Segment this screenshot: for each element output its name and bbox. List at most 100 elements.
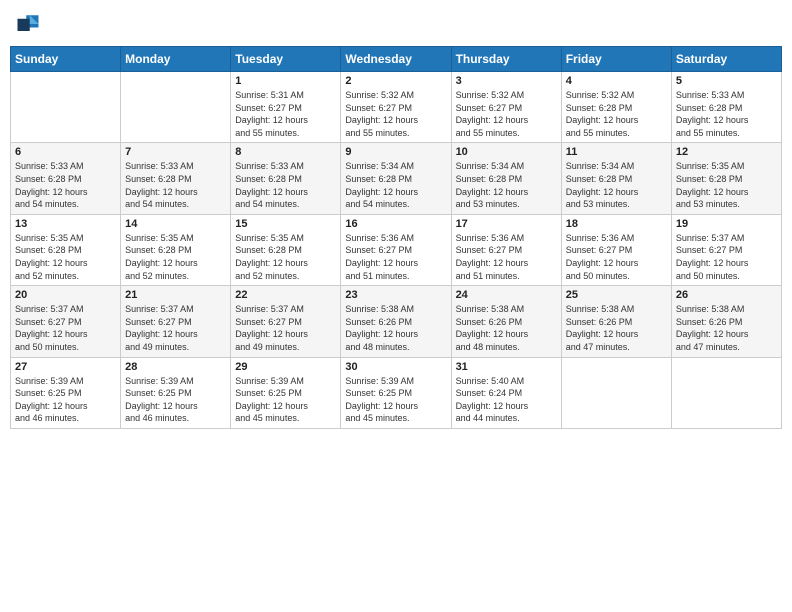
day-number: 24 <box>456 289 557 301</box>
calendar-week-1: 1 Sunrise: 5:31 AM Sunset: 6:27 PM Daylig… <box>11 72 782 143</box>
calendar-cell <box>671 357 781 428</box>
calendar-cell: 29 Sunrise: 5:39 AM Sunset: 6:25 PM Dayli… <box>231 357 341 428</box>
day-info: Sunrise: 5:32 AM Sunset: 6:27 PM Dayligh… <box>345 89 446 139</box>
day-info: Sunrise: 5:40 AM Sunset: 6:24 PM Dayligh… <box>456 375 557 425</box>
day-number: 16 <box>345 218 446 230</box>
calendar-header-monday: Monday <box>121 47 231 72</box>
calendar-cell: 19 Sunrise: 5:37 AM Sunset: 6:27 PM Dayli… <box>671 214 781 285</box>
day-number: 25 <box>566 289 667 301</box>
day-number: 11 <box>566 146 667 158</box>
day-info: Sunrise: 5:34 AM Sunset: 6:28 PM Dayligh… <box>456 160 557 210</box>
logo <box>14 10 46 38</box>
calendar-cell: 13 Sunrise: 5:35 AM Sunset: 6:28 PM Dayli… <box>11 214 121 285</box>
calendar-cell: 6 Sunrise: 5:33 AM Sunset: 6:28 PM Daylig… <box>11 143 121 214</box>
day-number: 15 <box>235 218 336 230</box>
day-number: 29 <box>235 361 336 373</box>
calendar-cell: 16 Sunrise: 5:36 AM Sunset: 6:27 PM Dayli… <box>341 214 451 285</box>
calendar-cell: 28 Sunrise: 5:39 AM Sunset: 6:25 PM Dayli… <box>121 357 231 428</box>
calendar-header-wednesday: Wednesday <box>341 47 451 72</box>
calendar-cell: 23 Sunrise: 5:38 AM Sunset: 6:26 PM Dayli… <box>341 286 451 357</box>
calendar-cell: 21 Sunrise: 5:37 AM Sunset: 6:27 PM Dayli… <box>121 286 231 357</box>
calendar-header-tuesday: Tuesday <box>231 47 341 72</box>
calendar-week-4: 20 Sunrise: 5:37 AM Sunset: 6:27 PM Dayli… <box>11 286 782 357</box>
calendar-cell: 4 Sunrise: 5:32 AM Sunset: 6:28 PM Daylig… <box>561 72 671 143</box>
calendar-cell: 7 Sunrise: 5:33 AM Sunset: 6:28 PM Daylig… <box>121 143 231 214</box>
day-info: Sunrise: 5:32 AM Sunset: 6:28 PM Dayligh… <box>566 89 667 139</box>
day-number: 28 <box>125 361 226 373</box>
calendar-cell: 14 Sunrise: 5:35 AM Sunset: 6:28 PM Dayli… <box>121 214 231 285</box>
calendar-cell <box>121 72 231 143</box>
day-info: Sunrise: 5:39 AM Sunset: 6:25 PM Dayligh… <box>345 375 446 425</box>
day-info: Sunrise: 5:39 AM Sunset: 6:25 PM Dayligh… <box>235 375 336 425</box>
calendar-cell: 10 Sunrise: 5:34 AM Sunset: 6:28 PM Dayli… <box>451 143 561 214</box>
calendar-cell: 8Sunrise: 5:33 AM Sunset: 6:28 PM Daylig… <box>231 143 341 214</box>
page-header <box>10 10 782 38</box>
calendar-cell: 30 Sunrise: 5:39 AM Sunset: 6:25 PM Dayli… <box>341 357 451 428</box>
day-number: 20 <box>15 289 116 301</box>
day-info: Sunrise: 5:37 AM Sunset: 6:27 PM Dayligh… <box>15 303 116 353</box>
day-number: 14 <box>125 218 226 230</box>
calendar-week-2: 6 Sunrise: 5:33 AM Sunset: 6:28 PM Daylig… <box>11 143 782 214</box>
day-info: Sunrise: 5:39 AM Sunset: 6:25 PM Dayligh… <box>15 375 116 425</box>
calendar-cell: 20 Sunrise: 5:37 AM Sunset: 6:27 PM Dayli… <box>11 286 121 357</box>
calendar-cell: 3Sunrise: 5:32 AM Sunset: 6:27 PM Daylig… <box>451 72 561 143</box>
day-number: 9 <box>345 146 446 158</box>
day-number: 4 <box>566 75 667 87</box>
day-info: Sunrise: 5:34 AM Sunset: 6:28 PM Dayligh… <box>345 160 446 210</box>
day-info: Sunrise: 5:37 AM Sunset: 6:27 PM Dayligh… <box>235 303 336 353</box>
calendar-cell: 5 Sunrise: 5:33 AM Sunset: 6:28 PM Daylig… <box>671 72 781 143</box>
calendar-header-thursday: Thursday <box>451 47 561 72</box>
calendar-week-5: 27Sunrise: 5:39 AM Sunset: 6:25 PM Dayli… <box>11 357 782 428</box>
calendar-week-3: 13 Sunrise: 5:35 AM Sunset: 6:28 PM Dayli… <box>11 214 782 285</box>
day-info: Sunrise: 5:32 AM Sunset: 6:27 PM Dayligh… <box>456 89 557 139</box>
calendar-cell <box>11 72 121 143</box>
day-number: 17 <box>456 218 557 230</box>
day-info: Sunrise: 5:33 AM Sunset: 6:28 PM Dayligh… <box>235 160 336 210</box>
day-info: Sunrise: 5:39 AM Sunset: 6:25 PM Dayligh… <box>125 375 226 425</box>
day-number: 26 <box>676 289 777 301</box>
calendar-cell <box>561 357 671 428</box>
day-info: Sunrise: 5:38 AM Sunset: 6:26 PM Dayligh… <box>345 303 446 353</box>
day-number: 1 <box>235 75 336 87</box>
calendar-cell: 31 Sunrise: 5:40 AM Sunset: 6:24 PM Dayli… <box>451 357 561 428</box>
calendar-header-row: SundayMondayTuesdayWednesdayThursdayFrid… <box>11 47 782 72</box>
day-info: Sunrise: 5:33 AM Sunset: 6:28 PM Dayligh… <box>676 89 777 139</box>
day-info: Sunrise: 5:36 AM Sunset: 6:27 PM Dayligh… <box>456 232 557 282</box>
day-number: 31 <box>456 361 557 373</box>
day-number: 19 <box>676 218 777 230</box>
day-info: Sunrise: 5:35 AM Sunset: 6:28 PM Dayligh… <box>15 232 116 282</box>
day-number: 12 <box>676 146 777 158</box>
day-info: Sunrise: 5:33 AM Sunset: 6:28 PM Dayligh… <box>125 160 226 210</box>
calendar-cell: 12Sunrise: 5:35 AM Sunset: 6:28 PM Dayli… <box>671 143 781 214</box>
calendar-cell: 11 Sunrise: 5:34 AM Sunset: 6:28 PM Dayli… <box>561 143 671 214</box>
day-info: Sunrise: 5:38 AM Sunset: 6:26 PM Dayligh… <box>566 303 667 353</box>
calendar-cell: 25 Sunrise: 5:38 AM Sunset: 6:26 PM Dayli… <box>561 286 671 357</box>
day-number: 30 <box>345 361 446 373</box>
day-info: Sunrise: 5:37 AM Sunset: 6:27 PM Dayligh… <box>125 303 226 353</box>
day-number: 22 <box>235 289 336 301</box>
calendar-cell: 2 Sunrise: 5:32 AM Sunset: 6:27 PM Daylig… <box>341 72 451 143</box>
day-info: Sunrise: 5:31 AM Sunset: 6:27 PM Dayligh… <box>235 89 336 139</box>
day-info: Sunrise: 5:36 AM Sunset: 6:27 PM Dayligh… <box>345 232 446 282</box>
calendar-header-friday: Friday <box>561 47 671 72</box>
day-number: 7 <box>125 146 226 158</box>
day-number: 21 <box>125 289 226 301</box>
day-number: 23 <box>345 289 446 301</box>
day-number: 5 <box>676 75 777 87</box>
day-info: Sunrise: 5:33 AM Sunset: 6:28 PM Dayligh… <box>15 160 116 210</box>
day-info: Sunrise: 5:37 AM Sunset: 6:27 PM Dayligh… <box>676 232 777 282</box>
day-info: Sunrise: 5:38 AM Sunset: 6:26 PM Dayligh… <box>456 303 557 353</box>
day-info: Sunrise: 5:36 AM Sunset: 6:27 PM Dayligh… <box>566 232 667 282</box>
day-info: Sunrise: 5:35 AM Sunset: 6:28 PM Dayligh… <box>125 232 226 282</box>
day-number: 13 <box>15 218 116 230</box>
calendar-cell: 9 Sunrise: 5:34 AM Sunset: 6:28 PM Daylig… <box>341 143 451 214</box>
calendar-table: SundayMondayTuesdayWednesdayThursdayFrid… <box>10 46 782 429</box>
calendar-cell: 18Sunrise: 5:36 AM Sunset: 6:27 PM Dayli… <box>561 214 671 285</box>
day-number: 10 <box>456 146 557 158</box>
day-info: Sunrise: 5:35 AM Sunset: 6:28 PM Dayligh… <box>235 232 336 282</box>
day-info: Sunrise: 5:34 AM Sunset: 6:28 PM Dayligh… <box>566 160 667 210</box>
day-number: 2 <box>345 75 446 87</box>
calendar-cell: 24 Sunrise: 5:38 AM Sunset: 6:26 PM Dayli… <box>451 286 561 357</box>
day-number: 6 <box>15 146 116 158</box>
calendar-cell: 27Sunrise: 5:39 AM Sunset: 6:25 PM Dayli… <box>11 357 121 428</box>
